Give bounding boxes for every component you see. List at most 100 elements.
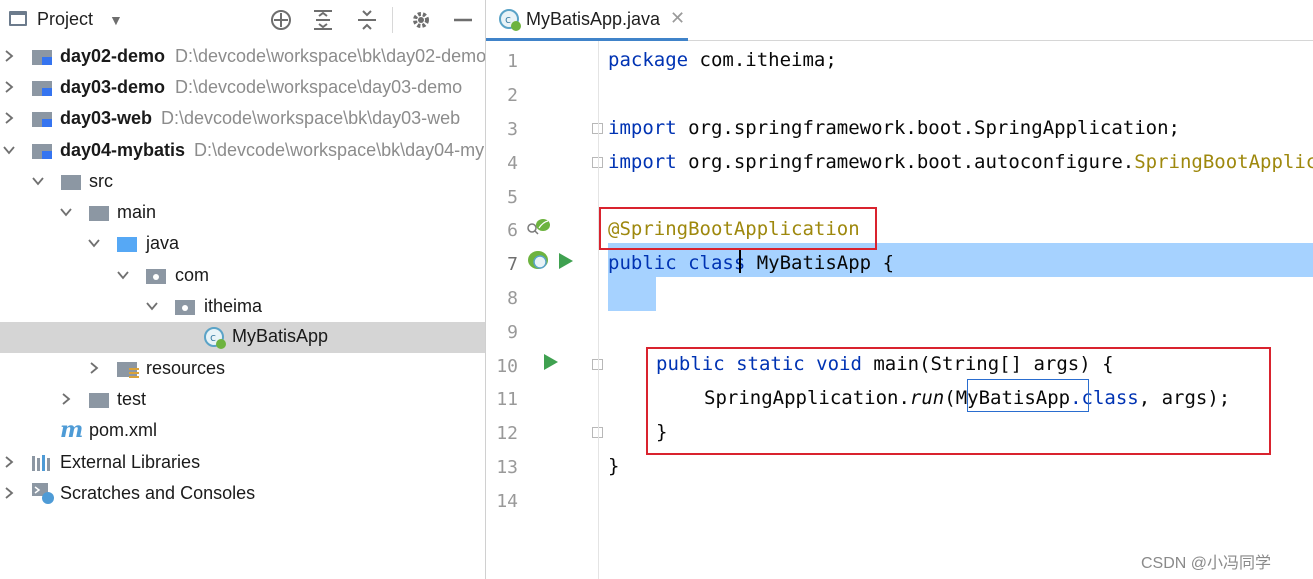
chevron-down-icon[interactable] <box>145 297 159 315</box>
tree-item-path: D:\devcode\workspace\bk\day03-web <box>161 108 461 128</box>
main-method-highlight-box <box>646 347 1271 455</box>
watermark: CSDN @小冯同学 <box>1141 555 1272 572</box>
close-icon[interactable]: ✕ <box>670 8 685 29</box>
module-folder-icon <box>32 112 52 127</box>
line-number: 2 <box>507 85 518 106</box>
tree-item-path: D:\devcode\workspace\bk\day04-mybatis <box>194 140 485 160</box>
chevron-right-icon[interactable] <box>2 109 16 127</box>
tree-item-path: D:\devcode\workspace\day03-demo <box>175 77 463 97</box>
chevron-right-icon[interactable] <box>87 359 101 377</box>
line-number: 5 <box>507 187 518 208</box>
module-folder-icon <box>32 50 52 65</box>
tree-item-day02-demo[interactable]: day02-demo D:\devcode\workspace\bk\day02… <box>0 42 485 73</box>
chevron-right-icon[interactable] <box>2 78 16 96</box>
tree-item-label: day03-web <box>60 108 153 128</box>
editor-gutter: 1 2 3 4 5 6 7 8 9 10 11 12 13 14 <box>486 41 603 579</box>
line-number: 4 <box>507 153 518 174</box>
line-number: 3 <box>507 119 518 140</box>
expand-all-icon[interactable] <box>311 8 335 32</box>
tree-item-label: main <box>117 202 157 222</box>
chevron-down-icon[interactable] <box>116 266 130 284</box>
line-number: 14 <box>496 491 518 512</box>
line-number: 9 <box>507 322 518 343</box>
toolbar-separator <box>392 7 393 33</box>
tree-item-day03-demo[interactable]: day03-demo D:\devcode\workspace\day03-de… <box>0 73 485 104</box>
tree-item-test[interactable]: test <box>0 385 485 416</box>
minimize-icon[interactable] <box>451 8 475 32</box>
chevron-down-icon[interactable] <box>2 141 16 159</box>
line-number: 10 <box>496 356 518 377</box>
gear-icon[interactable] <box>409 8 433 32</box>
package-icon <box>146 269 166 284</box>
tree-item-label: itheima <box>204 296 263 316</box>
tree-item-day04-mybatis[interactable]: day04-mybatis D:\devcode\workspace\bk\da… <box>0 136 485 167</box>
spring-boot-gutter-icon[interactable] <box>526 248 552 274</box>
module-folder-icon <box>32 144 52 159</box>
chevron-right-icon[interactable] <box>2 453 16 471</box>
line-number: 12 <box>496 423 518 444</box>
code-editor[interactable]: package com.itheima; import org.springfr… <box>599 41 1313 579</box>
editor-tab-mybatisapp[interactable]: c MyBatisApp.java ✕ <box>486 0 688 41</box>
line-number-active: 7 <box>507 254 518 275</box>
chevron-right-icon[interactable] <box>59 390 73 408</box>
module-folder-icon <box>32 81 52 96</box>
annotation-highlight-box <box>599 207 877 250</box>
tree-item-scratches-and-consoles[interactable]: Scratches and Consoles <box>0 479 485 510</box>
tree-item-external-libraries[interactable]: External Libraries <box>0 448 485 479</box>
chevron-down-icon[interactable]: ▼ <box>109 12 123 28</box>
tree-item-path: D:\devcode\workspace\bk\day02-demo <box>175 46 486 66</box>
class-reference-highlight <box>967 379 1089 412</box>
collapse-all-icon[interactable] <box>355 8 379 32</box>
spring-boot-class-icon: c <box>499 9 521 31</box>
tree-item-main[interactable]: main <box>0 198 485 229</box>
run-main-icon[interactable] <box>543 353 559 371</box>
svg-text:c: c <box>210 331 216 344</box>
editor-tab-label: MyBatisApp.java <box>526 9 661 29</box>
tree-item-day03-web[interactable]: day03-web D:\devcode\workspace\bk\day03-… <box>0 104 485 135</box>
code-line-1: package com.itheima; <box>608 49 837 71</box>
maven-icon: m <box>60 417 84 443</box>
project-toolbar: Project ▼ <box>0 0 485 40</box>
tree-item-resources[interactable]: resources <box>0 354 485 385</box>
crosshair-icon[interactable] <box>269 8 293 32</box>
selection-highlight <box>608 277 656 311</box>
spring-bean-icon[interactable] <box>526 216 552 238</box>
scratches-icon <box>32 483 54 504</box>
project-tool-window: Project ▼ day02-demo D:\devcode\workspac… <box>0 0 486 579</box>
package-icon <box>175 300 195 315</box>
tree-item-label: resources <box>146 358 226 378</box>
tree-item-label: pom.xml <box>89 420 158 440</box>
line-number: 8 <box>507 288 518 309</box>
editor-tab-bar: c MyBatisApp.java ✕ <box>486 0 1313 41</box>
tree-item-label: src <box>89 171 113 191</box>
tree-item-java[interactable]: java <box>0 229 485 260</box>
text-caret <box>739 248 741 273</box>
project-view-icon <box>9 11 27 26</box>
tree-item-label: java <box>146 233 180 253</box>
tree-item-com[interactable]: com <box>0 261 485 292</box>
tree-item-label: test <box>117 389 147 409</box>
tree-item-pom-xml[interactable]: m pom.xml <box>0 416 485 447</box>
tree-item-label: day02-demo <box>60 46 166 66</box>
chevron-down-icon[interactable] <box>59 203 73 221</box>
line-number: 13 <box>496 457 518 478</box>
resources-folder-icon <box>117 362 139 378</box>
chevron-down-icon[interactable] <box>31 172 45 190</box>
code-line-13: } <box>608 455 620 477</box>
tree-item-src[interactable]: src <box>0 167 485 198</box>
folder-icon <box>61 175 81 190</box>
run-icon[interactable] <box>558 252 574 270</box>
tree-item-label: day03-demo <box>60 77 166 97</box>
tree-item-label: MyBatisApp <box>232 326 329 346</box>
project-view-title[interactable]: Project <box>37 9 93 30</box>
line-number: 1 <box>507 51 518 72</box>
tree-item-label: com <box>175 265 210 285</box>
svg-text:c: c <box>505 13 511 26</box>
folder-icon <box>89 393 109 408</box>
chevron-right-icon[interactable] <box>2 484 16 502</box>
chevron-down-icon[interactable] <box>87 234 101 252</box>
chevron-right-icon[interactable] <box>2 47 16 65</box>
tree-item-mybatisapp[interactable]: c MyBatisApp <box>0 322 485 353</box>
tree-item-itheima[interactable]: itheima <box>0 292 485 323</box>
code-line-7: public class MyBatisApp { <box>608 252 895 274</box>
